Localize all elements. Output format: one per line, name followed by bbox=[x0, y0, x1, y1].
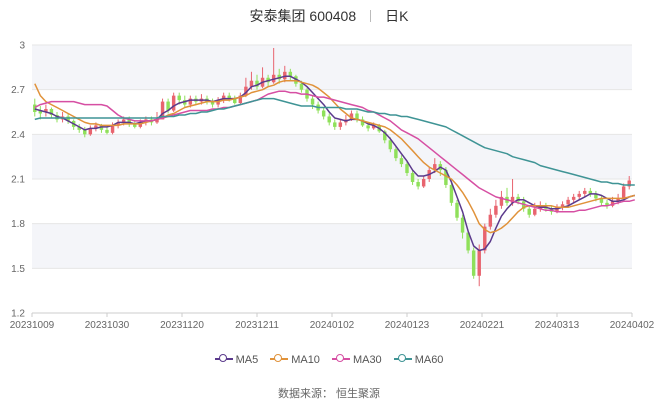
candle-body bbox=[471, 250, 476, 276]
candle-body bbox=[405, 164, 409, 174]
legend-label: MA10 bbox=[291, 354, 320, 366]
plot-bands bbox=[32, 45, 632, 269]
y-tick-label: 2.4 bbox=[11, 130, 25, 141]
plot-band bbox=[32, 223, 632, 269]
legend-item-ma5[interactable]: MA5 bbox=[214, 354, 259, 366]
y-axis-ticks: 1.2 1.5 1.8 2.1 2.4 2.7 3 bbox=[11, 41, 25, 320]
candle-body bbox=[299, 83, 304, 90]
candle-body bbox=[455, 202, 459, 218]
candle-body bbox=[171, 95, 176, 111]
candle-body bbox=[105, 129, 109, 133]
candle-body bbox=[621, 186, 626, 199]
candle-body bbox=[399, 158, 404, 165]
legend-swatch bbox=[270, 354, 289, 364]
candle-body bbox=[527, 208, 531, 215]
candle-body bbox=[366, 125, 370, 129]
candle-body bbox=[477, 250, 481, 276]
x-tick-label: 20240102 bbox=[310, 320, 355, 331]
legend-item-ma60[interactable]: MA60 bbox=[393, 354, 444, 366]
x-tick-label: 20240123 bbox=[385, 320, 430, 331]
y-tick-label: 1.5 bbox=[11, 264, 25, 275]
legend-label: MA60 bbox=[414, 354, 444, 366]
plot-band bbox=[32, 45, 632, 90]
x-tick-label: 20231211 bbox=[235, 320, 279, 331]
candle-body bbox=[410, 173, 415, 182]
y-tick-label: 3 bbox=[19, 41, 25, 52]
candle-body bbox=[283, 71, 287, 80]
candle-body bbox=[449, 184, 454, 203]
kline-chart: 1.21.51.82.12.42.73 20231009 20231030 2023… bbox=[10, 41, 655, 332]
candle-body bbox=[566, 199, 570, 205]
legend-item-ma10[interactable]: MA10 bbox=[270, 354, 320, 366]
x-tick-label: 20240313 bbox=[535, 320, 580, 331]
candle-body bbox=[110, 125, 115, 133]
legend: MA5 MA10 MA30 MA60 bbox=[0, 354, 658, 366]
candle-body bbox=[494, 205, 498, 215]
plot-band bbox=[32, 134, 632, 179]
legend-item-ma30[interactable]: MA30 bbox=[331, 354, 382, 366]
legend-label: MA30 bbox=[352, 354, 382, 366]
candle-body bbox=[333, 122, 337, 127]
candle-body bbox=[33, 104, 37, 112]
candle-body bbox=[583, 190, 587, 194]
candle-body bbox=[488, 214, 493, 227]
data-source: 数据来源： 恒生聚源 bbox=[277, 388, 381, 400]
candle-body bbox=[533, 208, 537, 215]
y-tick-label: 1.8 bbox=[11, 219, 25, 230]
x-tick-label: 20231030 bbox=[85, 320, 130, 331]
x-tick-label: 20231120 bbox=[160, 320, 204, 331]
candle-body bbox=[394, 149, 398, 159]
candle-body bbox=[177, 95, 181, 101]
candle-body bbox=[571, 196, 576, 200]
x-axis-ticks: 20231009 20231030 20231120 20231211 20240102… bbox=[10, 312, 655, 331]
legend-label: MA5 bbox=[235, 354, 259, 366]
candle-body bbox=[321, 110, 326, 117]
y-tick-label: 2.7 bbox=[11, 85, 25, 96]
legend-swatch bbox=[393, 354, 412, 364]
x-tick-label: 20240221 bbox=[460, 320, 505, 331]
candle-body bbox=[421, 179, 426, 187]
candle-body bbox=[327, 116, 331, 123]
candle-body bbox=[310, 98, 315, 105]
candle-body bbox=[460, 217, 465, 233]
legend-swatch bbox=[214, 354, 233, 364]
candle-body bbox=[416, 181, 420, 187]
candle-body bbox=[577, 193, 581, 197]
candle-body bbox=[338, 122, 343, 127]
x-tick-label: 20240402 bbox=[610, 320, 655, 331]
x-tick-label: 20231009 bbox=[10, 320, 55, 331]
legend-swatch bbox=[331, 354, 350, 364]
y-tick-label: 2.1 bbox=[11, 175, 25, 186]
y-tick-label: 1.2 bbox=[11, 309, 25, 320]
